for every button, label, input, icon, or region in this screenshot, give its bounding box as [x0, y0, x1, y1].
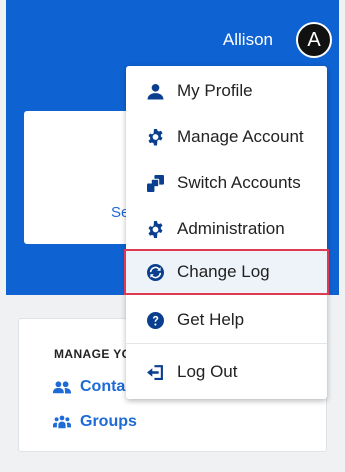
menu-item-label: Manage Account [177, 127, 304, 146]
menu-item-label: Administration [177, 219, 285, 238]
menu-item-change-log[interactable]: Change Log [124, 249, 329, 295]
menu-item-manage-account[interactable]: Manage Account [126, 114, 327, 160]
menu-item-my-profile[interactable]: My Profile [126, 68, 327, 114]
menu-item-switch-accounts[interactable]: Switch Accounts [126, 160, 327, 206]
menu-item-label: Log Out [177, 362, 238, 381]
menu-item-log-out[interactable]: Log Out [126, 349, 327, 395]
menu-item-label: My Profile [177, 81, 253, 100]
manage-heading: MANAGE YO [54, 347, 129, 361]
help-icon [146, 311, 164, 329]
menu-item-administration[interactable]: Administration [126, 206, 327, 252]
groups-label: Groups [80, 413, 137, 430]
switch-accounts-icon [146, 174, 164, 192]
menu-divider [126, 343, 327, 344]
users-icon [53, 381, 71, 394]
menu-item-label: Get Help [177, 310, 245, 329]
groups-icon [53, 415, 71, 429]
logout-icon [146, 363, 164, 381]
contacts-label: Conta [80, 378, 126, 395]
avatar-button[interactable]: A [296, 22, 332, 58]
user-dropdown-menu: My Profile Manage Account Switch Account… [124, 66, 329, 399]
menu-item-get-help[interactable]: Get Help [126, 297, 327, 343]
refresh-icon [146, 263, 164, 281]
user-icon [146, 82, 164, 100]
username-label[interactable]: Allison [223, 30, 273, 50]
menu-item-label: Switch Accounts [177, 173, 301, 192]
menu-item-label: Change Log [177, 262, 270, 281]
gear-icon [146, 220, 164, 238]
groups-link[interactable]: Groups [53, 413, 137, 431]
gear-icon [146, 128, 164, 146]
